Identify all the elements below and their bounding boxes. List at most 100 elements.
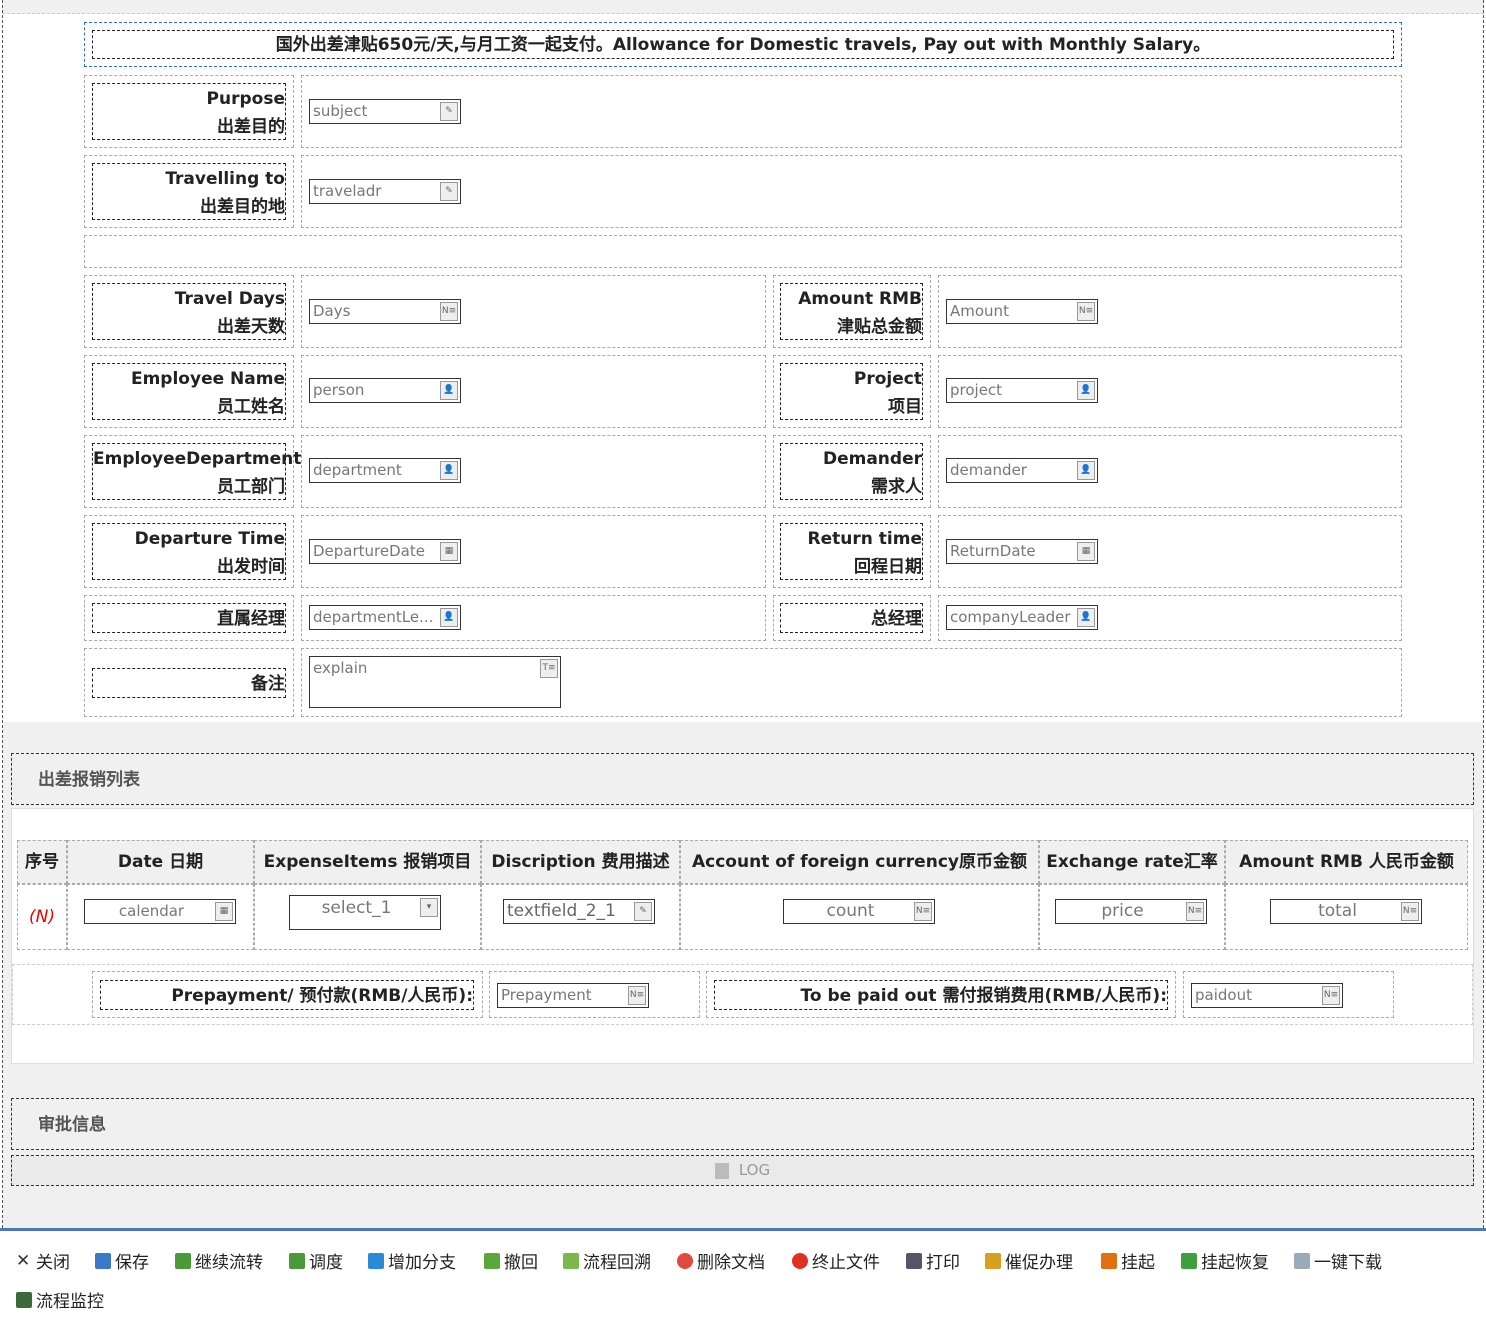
user-icon[interactable]: 👤 [1077, 381, 1095, 400]
toolbar-label: 关闭 [36, 1253, 70, 1273]
save-icon [95, 1252, 111, 1269]
toolbar-button-resume[interactable]: 挂起恢复 [1181, 1248, 1269, 1273]
toolbar-button-print[interactable]: 打印 [906, 1248, 960, 1273]
monitor-icon [16, 1291, 32, 1308]
toolbar-label: 增加分支 [388, 1253, 456, 1273]
user-icon[interactable]: 👤 [440, 461, 458, 480]
forward-icon [175, 1252, 191, 1269]
description-input[interactable]: textfield_2_1 ✎ [503, 899, 655, 924]
toolbar-button-delete[interactable]: 删除文档 [677, 1248, 765, 1273]
edit-icon[interactable]: ✎ [440, 182, 458, 201]
edit-icon[interactable]: ✎ [440, 102, 458, 121]
number-icon[interactable]: N≡ [440, 302, 458, 321]
toolbar-button-dispatch[interactable]: 调度 [289, 1248, 343, 1273]
days-input[interactable]: Days N≡ [309, 299, 461, 324]
demander-input[interactable]: demander 👤 [946, 458, 1098, 483]
toolbar-button-trace[interactable]: 流程回溯 [563, 1248, 651, 1273]
remark-textarea[interactable]: explain T≡ [309, 656, 561, 708]
number-icon[interactable]: N≡ [1322, 986, 1340, 1005]
log-bar[interactable]: LOG [11, 1155, 1474, 1186]
chevron-down-icon[interactable]: ▾ [420, 898, 438, 917]
toolbar-button-stop[interactable]: 终止文件 [792, 1248, 880, 1273]
purpose-input[interactable]: subject ✎ [309, 99, 461, 124]
toolbar-button-urge[interactable]: 催促办理 [985, 1248, 1073, 1273]
calendar-icon[interactable]: ▦ [215, 902, 233, 921]
travel-label: Travelling to 出差目的地 [92, 163, 286, 220]
return-date-input[interactable]: ReturnDate ▦ [946, 539, 1098, 564]
toolbar-label: 继续流转 [195, 1253, 263, 1273]
project-label: Project 项目 [780, 363, 923, 420]
input-value: textfield_2_1 [507, 901, 616, 921]
toolbar-button-save[interactable]: 保存 [95, 1248, 149, 1273]
toolbar-label: 流程监控 [36, 1292, 104, 1312]
toolbar-button-undo[interactable]: 撤回 [484, 1248, 538, 1273]
user-icon[interactable]: 👤 [1077, 461, 1095, 480]
calendar-icon[interactable]: ▦ [1077, 542, 1095, 561]
undo-icon [484, 1252, 500, 1269]
label-en: Travel Days [174, 289, 285, 309]
expense-section-header: 出差报销列表 [11, 753, 1474, 805]
urge-icon [985, 1252, 1001, 1269]
expense-item-select[interactable]: select_1 ▾ [289, 895, 441, 930]
toolbar-label: 挂起恢复 [1201, 1253, 1269, 1273]
employee-input[interactable]: person 👤 [309, 378, 461, 403]
toolbar-button-suspend[interactable]: 挂起 [1101, 1248, 1155, 1273]
notice-text: 国外出差津贴650元/天,与月工资一起支付。Allowance for Dome… [92, 30, 1394, 59]
total-input[interactable]: total N≡ [1270, 899, 1422, 924]
date-input[interactable]: calendar ▦ [84, 899, 236, 924]
input-value: department [313, 461, 402, 479]
close-icon: ✕ [16, 1250, 31, 1271]
col-exchange-rate: Exchange rate汇率 [1039, 840, 1225, 884]
log-icon [714, 1162, 729, 1179]
user-icon[interactable]: 👤 [440, 608, 458, 627]
toolbar-label: 挂起 [1121, 1253, 1155, 1273]
toolbar-label: 撤回 [504, 1253, 538, 1273]
toolbar-button-monitor[interactable]: 流程监控 [16, 1287, 104, 1312]
resume-icon [1181, 1252, 1197, 1269]
toolbar-divider [0, 1228, 1486, 1231]
label-en: Demander [822, 449, 922, 469]
manager-input[interactable]: departmentLe... 👤 [309, 605, 461, 630]
count-input[interactable]: count N≡ [783, 899, 935, 924]
input-value: calendar [118, 902, 185, 920]
toolbar-button-forward[interactable]: 继续流转 [175, 1248, 263, 1273]
calendar-icon[interactable]: ▦ [440, 542, 458, 561]
gm-input[interactable]: companyLeader 👤 [946, 605, 1098, 630]
number-icon[interactable]: N≡ [914, 902, 932, 921]
number-icon[interactable]: N≡ [1401, 902, 1419, 921]
input-value: demander [950, 461, 1027, 479]
label-en: Purpose [206, 89, 285, 109]
input-value: companyLeader [950, 608, 1071, 626]
department-input[interactable]: department 👤 [309, 458, 461, 483]
travel-input[interactable]: traveladr ✎ [309, 179, 461, 204]
amount-input[interactable]: Amount N≡ [946, 299, 1098, 324]
demander-label: Demander 需求人 [780, 443, 923, 500]
prepayment-input[interactable]: Prepayment N≡ [497, 983, 649, 1008]
col-index: 序号 [17, 840, 67, 884]
approval-section-header: 审批信息 [11, 1098, 1474, 1150]
number-icon[interactable]: N≡ [1186, 902, 1204, 921]
toolbar-label: 调度 [309, 1253, 343, 1273]
user-icon[interactable]: 👤 [440, 381, 458, 400]
col-date: Date 日期 [67, 840, 254, 884]
label-en: EmployeeDepartment [93, 449, 302, 469]
label-cn: 出差目的地 [200, 197, 285, 217]
number-icon[interactable]: N≡ [1077, 302, 1095, 321]
price-input[interactable]: price N≡ [1055, 899, 1207, 924]
text-icon[interactable]: T≡ [540, 659, 558, 678]
project-input[interactable]: project 👤 [946, 378, 1098, 403]
number-icon[interactable]: N≡ [628, 986, 646, 1005]
label-en: Amount RMB [798, 289, 922, 309]
departure-date-input[interactable]: DepartureDate ▦ [309, 539, 461, 564]
toolbar-button-close[interactable]: ✕ 关闭 [16, 1248, 70, 1273]
toolbar-button-branch[interactable]: 增加分支 [368, 1248, 456, 1273]
label-cn: 出差目的 [217, 117, 285, 137]
select-value: select_1 [321, 898, 392, 918]
toolbar-button-download[interactable]: 一键下载 [1294, 1248, 1382, 1273]
user-icon[interactable]: 👤 [1077, 608, 1095, 627]
label-en: Travelling to [165, 169, 285, 189]
edit-icon[interactable]: ✎ [634, 902, 652, 921]
return-label: Return time 回程日期 [780, 523, 923, 580]
label-cn: 项目 [888, 397, 922, 417]
paidout-input[interactable]: paidout N≡ [1191, 983, 1343, 1008]
